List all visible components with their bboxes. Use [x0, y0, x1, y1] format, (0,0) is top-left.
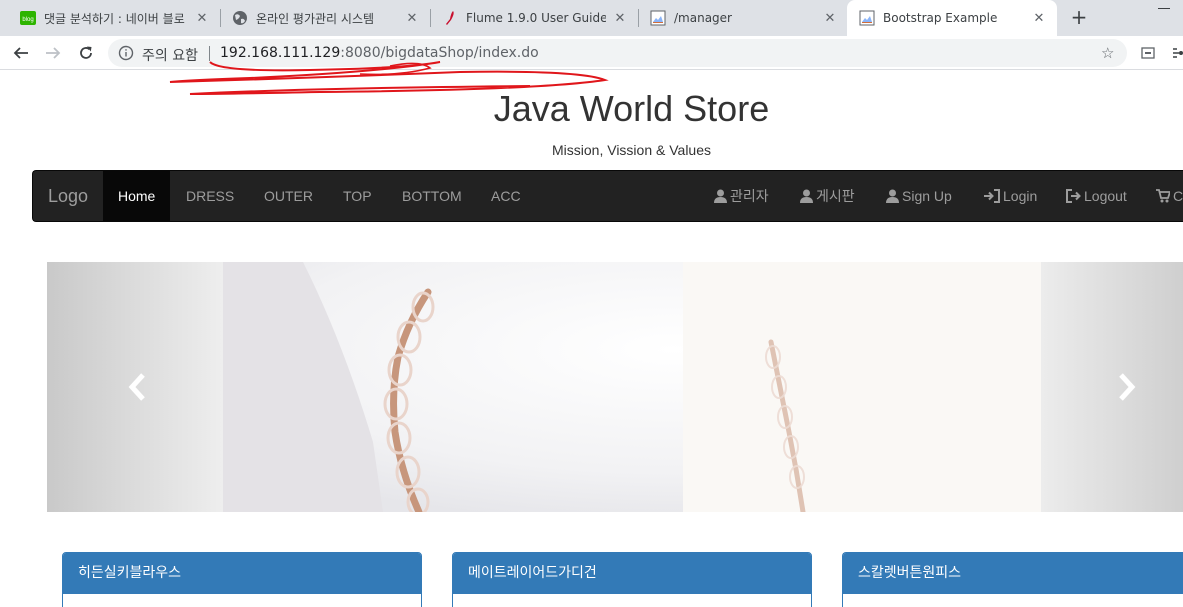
nav-item-top[interactable]: TOP	[343, 171, 372, 221]
nav-item-board[interactable]: 게시판	[800, 171, 855, 221]
broken-image-icon	[650, 10, 666, 26]
nav-item-label: Sign Up	[902, 188, 952, 204]
nav-item-home[interactable]: Home	[103, 171, 171, 221]
product-carousel	[47, 262, 1183, 512]
bookmark-star-icon[interactable]: ☆	[1101, 45, 1114, 61]
info-icon[interactable]	[118, 45, 134, 61]
tab-title: 댓글 분석하기 : 네이버 블로	[44, 11, 185, 26]
naver-blog-icon: blog	[20, 10, 36, 26]
arrow-right-icon	[46, 47, 61, 59]
address-bar[interactable]: 주의 요함 192.168.111.129:8080/bigdataShop/i…	[108, 39, 1127, 67]
close-icon[interactable]: ✕	[1031, 10, 1047, 26]
back-button[interactable]	[9, 41, 33, 65]
nav-item-logout[interactable]: Logout	[1066, 171, 1127, 221]
chevron-right-icon	[1119, 373, 1136, 401]
close-icon[interactable]: ✕	[822, 10, 838, 26]
minimize-window-icon[interactable]	[1158, 8, 1170, 9]
url-host: 192.168.111.129	[220, 45, 341, 61]
page-subtitle: Mission, Vission & Values	[552, 142, 711, 158]
browser-toolbar: 주의 요함 192.168.111.129:8080/bigdataShop/i…	[0, 36, 1183, 70]
browser-tab-bootstrap-example[interactable]: Bootstrap Example ✕	[847, 0, 1057, 36]
nav-item-label: 게시판	[816, 188, 855, 204]
arrow-left-icon	[13, 47, 28, 59]
panel-heading: 메이트레이어드가디건	[453, 553, 811, 594]
nav-item-outer[interactable]: OUTER	[264, 171, 313, 221]
log-in-icon	[984, 189, 1000, 203]
panel-heading: 히든실키블라우스	[63, 553, 421, 594]
user-icon	[886, 189, 899, 203]
chevron-left-icon	[128, 373, 145, 401]
cast-icon[interactable]	[1141, 46, 1155, 64]
user-icon	[800, 189, 813, 203]
nav-item-label: Login	[1003, 188, 1038, 204]
main-navbar: Logo Home DRESS OUTER TOP BOTTOM ACC 관리자…	[32, 170, 1183, 222]
product-panel[interactable]: 스칼렛버튼원피스	[842, 552, 1183, 607]
close-icon[interactable]: ✕	[404, 10, 420, 26]
tab-title: Flume 1.9.0 User Guide —	[466, 11, 606, 25]
new-tab-button[interactable]: +	[1067, 5, 1091, 29]
nav-item-bottom[interactable]: BOTTOM	[402, 171, 462, 221]
user-icon	[714, 189, 727, 203]
shopping-cart-icon	[1156, 189, 1170, 203]
browser-tab-strip: blog 댓글 분석하기 : 네이버 블로 ✕ 온라인 평가관리 시스템 ✕ F…	[0, 0, 1183, 36]
page-title: Java World Store	[493, 88, 770, 129]
tab-title: 온라인 평가관리 시스템	[256, 11, 375, 26]
nav-item-label: Logout	[1084, 188, 1127, 204]
reload-icon	[80, 46, 92, 59]
broken-image-icon	[859, 10, 875, 26]
close-icon[interactable]: ✕	[612, 10, 628, 26]
extension-icon[interactable]	[1172, 46, 1183, 64]
browser-tab-flume-guide[interactable]: Flume 1.9.0 User Guide — ✕	[430, 0, 638, 36]
nav-item-admin[interactable]: 관리자	[714, 171, 769, 221]
product-panel[interactable]: 히든실키블라우스	[62, 552, 422, 607]
feather-icon	[442, 10, 458, 26]
log-out-icon	[1066, 189, 1081, 203]
tab-title: Bootstrap Example	[883, 11, 998, 25]
panel-heading: 스칼렛버튼원피스	[843, 553, 1183, 594]
navbar-brand-logo[interactable]: Logo	[48, 171, 88, 221]
nav-item-label: C	[1173, 188, 1183, 204]
nav-item-label: 관리자	[730, 188, 769, 204]
tab-title: /manager	[674, 11, 732, 25]
reload-button[interactable]	[74, 41, 98, 65]
nav-item-cart[interactable]: C	[1156, 171, 1183, 221]
forward-button[interactable]	[41, 41, 65, 65]
nav-item-sign-up[interactable]: Sign Up	[886, 171, 952, 221]
carousel-prev-button[interactable]	[123, 372, 153, 402]
nav-item-acc[interactable]: ACC	[491, 171, 521, 221]
security-warning-label[interactable]: 주의 요함	[142, 45, 198, 65]
close-icon[interactable]: ✕	[194, 10, 210, 26]
address-divider	[209, 46, 210, 61]
browser-tab-manager[interactable]: /manager ✕	[638, 0, 848, 36]
url-path: :8080/bigdataShop/index.do	[340, 45, 539, 61]
product-panel[interactable]: 메이트레이어드가디건	[452, 552, 812, 607]
nav-item-login[interactable]: Login	[984, 171, 1037, 221]
url-text[interactable]: 192.168.111.129:8080/bigdataShop/index.d…	[220, 45, 539, 61]
nav-item-dress[interactable]: DRESS	[186, 171, 234, 221]
browser-tab-naver-blog[interactable]: blog 댓글 분석하기 : 네이버 블로 ✕	[8, 0, 220, 36]
carousel-next-button[interactable]	[1111, 372, 1141, 402]
browser-tab-online-eval[interactable]: 온라인 평가관리 시스템 ✕	[220, 0, 430, 36]
svg-text:blog: blog	[22, 17, 33, 23]
carousel-slide-image	[223, 262, 1041, 512]
globe-icon	[232, 10, 248, 26]
